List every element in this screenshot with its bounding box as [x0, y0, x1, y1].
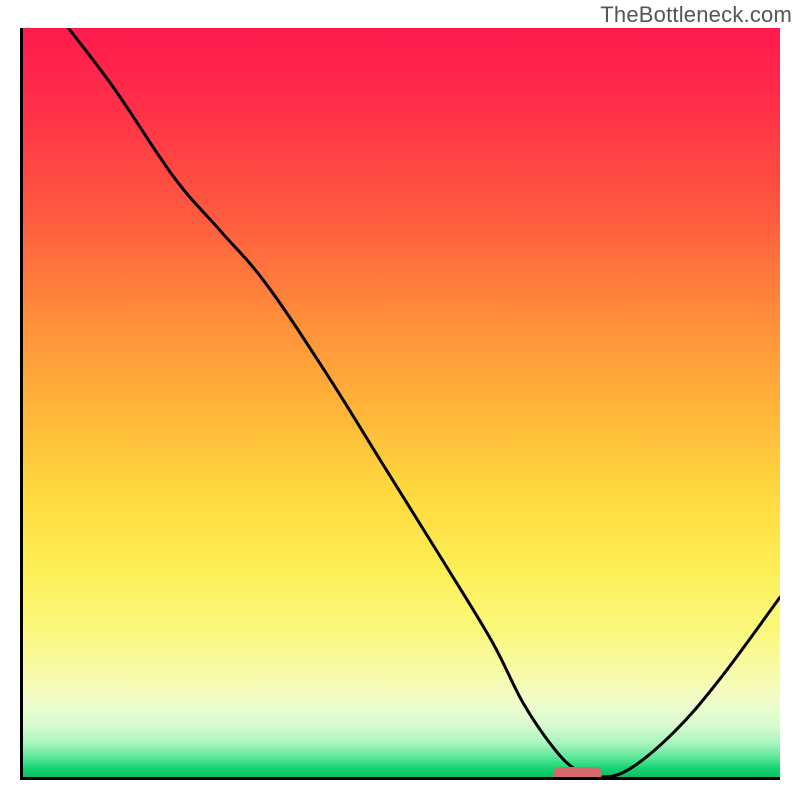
bottleneck-curve	[23, 28, 780, 777]
optimal-range-marker	[553, 767, 602, 780]
chart-container: TheBottleneck.com	[0, 0, 800, 800]
watermark-text: TheBottleneck.com	[600, 2, 792, 28]
plot-area	[20, 28, 780, 780]
